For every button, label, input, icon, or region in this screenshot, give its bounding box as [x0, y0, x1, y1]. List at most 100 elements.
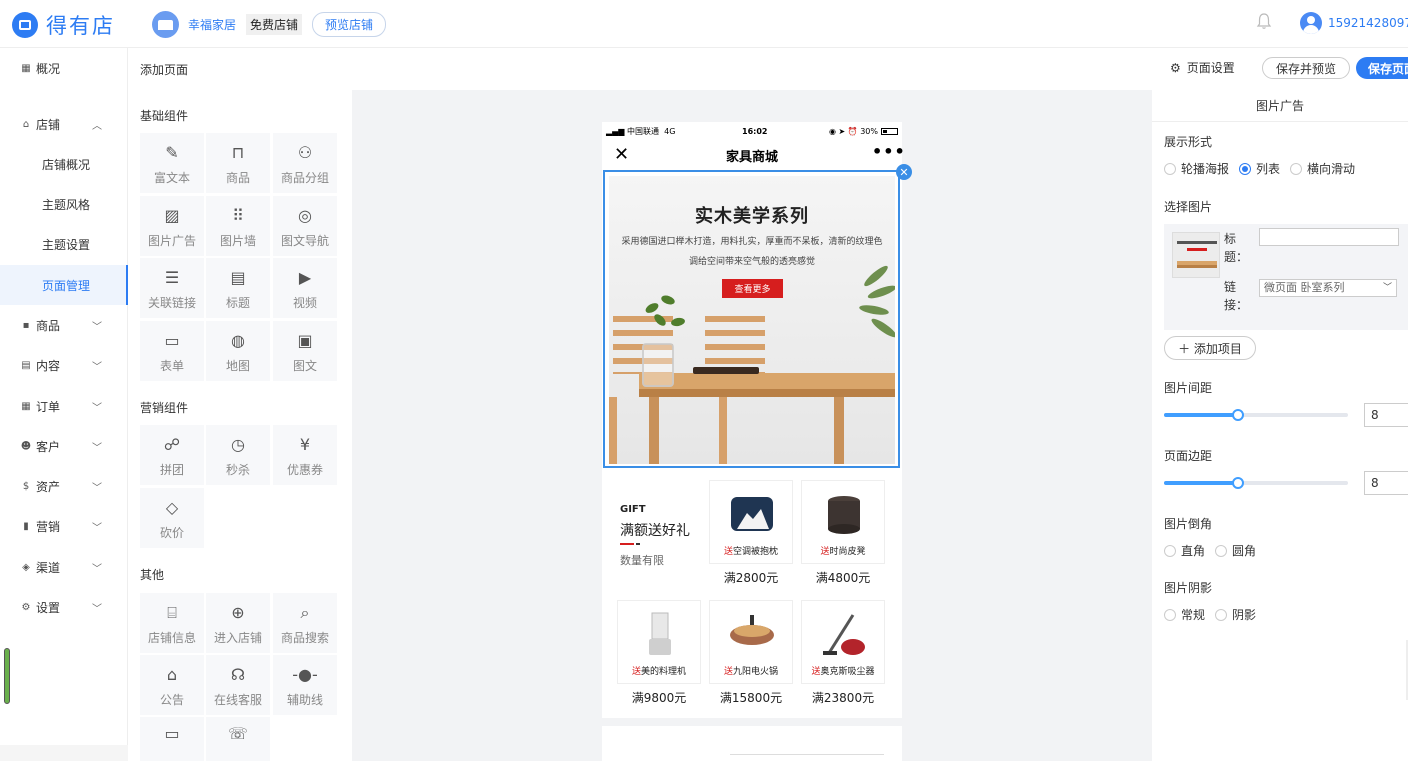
notice-icon: ⌂: [166, 665, 178, 684]
product-card[interactable]: 送奥克斯吸尘器: [801, 600, 885, 684]
component-goods-group[interactable]: ⚇ 商品分组: [273, 133, 337, 193]
more-icon[interactable]: •••: [872, 142, 906, 161]
remove-block-icon[interactable]: ✕: [896, 164, 912, 180]
product-card[interactable]: 送时尚皮凳: [801, 480, 885, 564]
sidebar-item-content[interactable]: ▤ 内容 ﹀: [0, 345, 128, 385]
sidebar-sub-page-management[interactable]: 页面管理: [0, 265, 128, 305]
component-image-text[interactable]: ▣ 图文: [273, 321, 337, 381]
component-notice[interactable]: ⌂ 公告: [140, 655, 204, 715]
sidebar-sub-theme-settings[interactable]: 主题设置: [0, 224, 128, 264]
radio-normal[interactable]: 常规: [1164, 606, 1205, 623]
save-page-button[interactable]: 保存页面: [1356, 57, 1408, 79]
component-map[interactable]: ◍ 地图: [206, 321, 270, 381]
page-margin-input[interactable]: 8: [1364, 471, 1408, 495]
chevron-down-icon: ﹀: [92, 603, 102, 615]
sidebar-sub-theme-style[interactable]: 主题风格: [0, 184, 128, 224]
component-coupon[interactable]: ¥ 优惠券: [273, 425, 337, 485]
component-customer-service[interactable]: ☊ 在线客服: [206, 655, 270, 715]
component-link[interactable]: ☰ 关联链接: [140, 258, 204, 318]
component-shop-info[interactable]: ⌸ 店铺信息: [140, 593, 204, 653]
status-time: 16:02: [742, 126, 768, 136]
product-card[interactable]: 送美的料理机: [617, 600, 701, 684]
bell-icon[interactable]: [1256, 12, 1272, 30]
component-goods-search[interactable]: ⌕ 商品搜索: [273, 593, 337, 653]
save-preview-button[interactable]: 保存并预览: [1262, 57, 1350, 79]
radio-shadow[interactable]: 阴影: [1215, 606, 1256, 623]
phone-preview: ▂▄▆ 中国联通 4G 16:02 ◉ ➤ ⏰ 30% ✕ 家具商城 ••• ✕…: [602, 122, 912, 762]
image-spacing-slider[interactable]: [1164, 409, 1348, 421]
add-item-label: 添加项目: [1193, 341, 1242, 356]
product-price: 满2800元: [723, 571, 779, 585]
item-title-input[interactable]: [1259, 228, 1399, 246]
sidebar-item-shop[interactable]: ⌂ 店铺 ︿: [0, 104, 128, 144]
component-label: 店铺信息: [147, 631, 196, 645]
user-menu[interactable]: 15921428097 ▾: [1300, 12, 1408, 34]
gift-promo-block[interactable]: GIFT 满额送好礼 数量有限 送空调被抱枕 满2800元 送时尚皮凳 满480…: [602, 478, 902, 718]
sidebar-sub-shop-overview[interactable]: 店铺概况: [0, 144, 128, 184]
image-thumbnail[interactable]: [1172, 232, 1220, 278]
radio-round-corner[interactable]: 圆角: [1215, 542, 1256, 559]
store-icon: ⌸: [167, 603, 177, 622]
image-ad-block[interactable]: ✕ 实木美学系列 采用德国进口榉木打造，用料扎实，厚重而不呆板，清新的纹理色调给…: [603, 164, 912, 468]
component-video[interactable]: ▶ 视频: [273, 258, 337, 318]
component-title[interactable]: ▤ 标题: [206, 258, 270, 318]
sidebar-item-goods[interactable]: ▪ 商品 ﹀: [0, 305, 128, 345]
component-image-ad[interactable]: ▨ 图片广告: [140, 196, 204, 256]
leaf: [670, 316, 686, 328]
sidebar-scrollbar[interactable]: [4, 648, 10, 704]
product-card[interactable]: 送空调被抱枕: [709, 480, 793, 564]
radio-horizontal-scroll[interactable]: 横向滑动: [1290, 160, 1355, 177]
product-card[interactable]: 送九阳电火锅: [709, 600, 793, 684]
component-flash-sale[interactable]: ◷ 秒杀: [206, 425, 270, 485]
sidebar-item-marketing[interactable]: ▮ 营销 ﹀: [0, 506, 128, 546]
grid-icon: ▦: [21, 62, 31, 74]
sidebar-item-channels[interactable]: ◈ 渠道 ﹀: [0, 547, 128, 587]
radio-icon: [1164, 162, 1176, 175]
component-enter-shop[interactable]: ⊕ 进入店铺: [206, 593, 270, 653]
radio-square-corner[interactable]: 直角: [1164, 542, 1205, 559]
table-edge: [639, 389, 895, 397]
sidebar-item-settings[interactable]: ⚙ 设置 ﹀: [0, 587, 128, 627]
group-title-basic: 基础组件: [140, 109, 189, 123]
brand-logo[interactable]: 得有店: [12, 10, 115, 40]
sidebar-item-customers[interactable]: ☻ 客户 ﹀: [0, 426, 128, 466]
radio-icon: [1164, 608, 1176, 621]
component-form[interactable]: ▭ 表单: [140, 321, 204, 381]
image-spacing-input[interactable]: 8: [1364, 403, 1408, 427]
item-link-select[interactable]: 微页面 卧室系列 ﹀: [1259, 279, 1397, 297]
group-title-other: 其他: [140, 568, 165, 582]
component-bargain[interactable]: ◇ 砍价: [140, 488, 204, 548]
shop-avatar-icon[interactable]: [152, 11, 179, 38]
component-image-nav[interactable]: ◎ 图文导航: [273, 196, 337, 256]
sidebar-item-orders[interactable]: ▦ 订单 ﹀: [0, 386, 128, 426]
slider-handle[interactable]: [1232, 477, 1244, 489]
sidebar-sub-label: 主题风格: [42, 197, 91, 212]
divider-icon: -●-: [292, 665, 318, 684]
component-label: 标题: [225, 296, 250, 310]
component-group-buy[interactable]: ☍ 拼团: [140, 425, 204, 485]
tray: [693, 367, 759, 374]
properties-panel: 图片广告 展示形式 轮播海报 列表 横向滑动 选择图片 标题： 链接： 微页面 …: [1152, 90, 1408, 761]
banner-more-button[interactable]: 查看更多: [722, 279, 783, 298]
chevron-down-icon: ﹀: [1382, 283, 1392, 293]
add-item-button[interactable]: ＋ 添加项目: [1164, 336, 1256, 360]
radio-carousel[interactable]: 轮播海报: [1164, 160, 1229, 177]
page-settings-button[interactable]: ⚙ 页面设置: [1170, 59, 1235, 76]
radio-list[interactable]: 列表: [1239, 160, 1280, 177]
component-window[interactable]: ▭: [140, 717, 204, 761]
component-image-wall[interactable]: ⠿ 图片墙: [206, 196, 270, 256]
shop-icon: ⌂: [22, 118, 30, 130]
component-label: 地图: [225, 359, 250, 373]
page-margin-slider[interactable]: [1164, 477, 1348, 489]
slider-handle[interactable]: [1232, 409, 1244, 421]
sidebar-item-overview[interactable]: ▦ 概况: [0, 48, 128, 88]
component-divider[interactable]: -●- 辅助线: [273, 655, 337, 715]
leaf: [660, 293, 676, 307]
corner-radio-group: 直角 圆角: [1164, 542, 1266, 559]
shop-name[interactable]: 幸福家居: [188, 16, 236, 33]
preview-shop-button[interactable]: 预览店铺: [312, 12, 387, 37]
sidebar-item-assets[interactable]: $ 资产 ﹀: [0, 466, 128, 506]
component-wechat[interactable]: ☏: [206, 717, 270, 761]
component-goods[interactable]: ⊓ 商品: [206, 133, 270, 193]
component-rich-text[interactable]: ✎ 富文本: [140, 133, 204, 193]
